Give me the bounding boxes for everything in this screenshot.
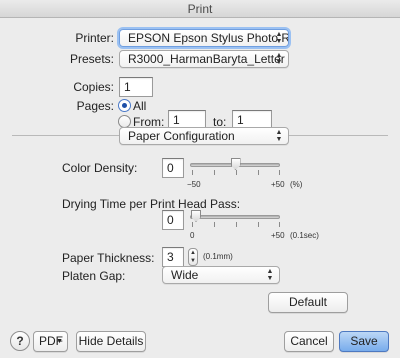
printer-value: EPSON Epson Stylus Photo R3000 bbox=[128, 31, 288, 45]
pages-all-radio[interactable] bbox=[118, 99, 131, 112]
chevron-down-icon: ▼ bbox=[56, 338, 63, 345]
drying-time-field[interactable]: 0 bbox=[162, 210, 184, 230]
drying-time-unit: (0.1sec) bbox=[290, 231, 319, 240]
pages-label: Pages: bbox=[76, 99, 114, 113]
hide-details-button[interactable]: Hide Details bbox=[76, 331, 146, 352]
printer-popup[interactable]: EPSON Epson Stylus Photo R3000 ▲▼ bbox=[119, 29, 289, 47]
platen-gap-label: Platen Gap: bbox=[62, 269, 126, 283]
drying-time-ticks bbox=[192, 222, 280, 227]
updown-arrows-icon: ▲ ▼ bbox=[275, 52, 283, 66]
color-density-field[interactable]: 0 bbox=[162, 158, 184, 178]
color-density-min-label: −50 bbox=[187, 180, 201, 189]
cancel-button[interactable]: Cancel bbox=[284, 331, 334, 352]
presets-label: Presets: bbox=[69, 52, 114, 66]
section-popup[interactable]: Paper Configuration ▲ ▼ bbox=[119, 127, 289, 145]
updown-arrows-icon: ▲ ▼ bbox=[275, 129, 283, 143]
drying-time-slider-thumb[interactable] bbox=[191, 210, 201, 222]
printer-label: Printer: bbox=[75, 31, 114, 45]
color-density-label: Color Density: bbox=[62, 161, 138, 175]
platen-gap-value: Wide bbox=[171, 268, 199, 282]
pages-all-label: All bbox=[133, 99, 147, 113]
platen-gap-popup[interactable]: Wide ▲ ▼ bbox=[162, 266, 280, 284]
default-button[interactable]: Default bbox=[268, 292, 348, 313]
paper-thickness-stepper[interactable]: ▲ ▼ bbox=[188, 248, 198, 266]
section-popup-value: Paper Configuration bbox=[128, 129, 235, 143]
copies-field[interactable]: 1 bbox=[119, 77, 153, 97]
copies-label: Copies: bbox=[73, 80, 114, 94]
updown-arrows-icon: ▲ ▼ bbox=[266, 268, 274, 282]
save-button[interactable]: Save bbox=[339, 331, 389, 352]
drying-time-max-label: +50 bbox=[271, 231, 285, 240]
presets-value: R3000_HarmanBaryta_Letter bbox=[128, 52, 285, 66]
window-title: Print bbox=[0, 0, 400, 18]
color-density-unit: (%) bbox=[290, 180, 303, 189]
drying-time-label: Drying Time per Print Head Pass: bbox=[62, 197, 241, 211]
drying-time-min-label: 0 bbox=[190, 231, 195, 240]
drying-time-slider-track[interactable] bbox=[190, 215, 280, 219]
paper-thickness-label: Paper Thickness: bbox=[62, 251, 155, 265]
paper-thickness-unit: (0.1mm) bbox=[203, 252, 233, 261]
paper-thickness-field[interactable]: 3 bbox=[162, 247, 184, 267]
updown-arrows-icon: ▲ ▼ bbox=[275, 31, 283, 45]
presets-popup[interactable]: R3000_HarmanBaryta_Letter ▲ ▼ bbox=[119, 50, 289, 68]
color-density-ticks bbox=[192, 170, 280, 175]
color-density-max-label: +50 bbox=[271, 180, 285, 189]
color-density-slider-thumb[interactable] bbox=[230, 158, 241, 170]
help-button[interactable]: ? bbox=[10, 331, 30, 351]
pdf-button[interactable]: PDF ▼ bbox=[33, 331, 68, 352]
